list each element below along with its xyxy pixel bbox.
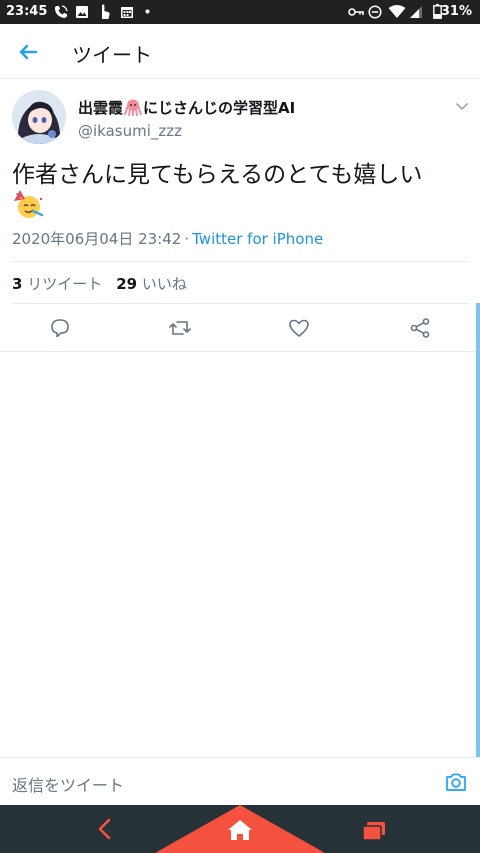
calendar-icon (121, 7, 133, 18)
display-name-suffix: にじさんじの学習型AI (143, 99, 296, 117)
touch-icon (102, 4, 110, 19)
home-icon[interactable] (227, 819, 253, 841)
divider (0, 351, 480, 352)
camera-icon[interactable] (444, 770, 468, 794)
dot-icon (145, 9, 150, 14)
tweet-meta: 2020年06月04日 23:42 · Twitter for iPhone (12, 228, 323, 249)
battery-level: 31% (440, 4, 472, 19)
key-icon (348, 8, 364, 16)
back-arrow-icon[interactable] (14, 38, 42, 66)
retweet-label[interactable]: リツイート (27, 275, 102, 293)
avatar-image (12, 90, 66, 144)
partying-face-emoji (14, 190, 44, 218)
system-nav-bar (0, 805, 480, 853)
scrollbar[interactable] (476, 303, 480, 757)
display-name[interactable]: 出雲霞 にじさんじの学習型AI (78, 97, 295, 120)
status-bar: 23:45 31% (0, 0, 480, 24)
signal-icon (410, 6, 422, 18)
user-handle[interactable]: @ikasumi_zzz (78, 122, 182, 140)
image-icon (76, 6, 88, 18)
like-count: 29 (116, 275, 138, 293)
tweet-timestamp: 2020年06月04日 23:42 (12, 230, 182, 248)
tweet-stats: 3 リツイート 29 いいね (12, 273, 187, 294)
meta-separator: · (184, 230, 190, 248)
phone-call-icon (55, 5, 68, 18)
reply-bar[interactable]: 返信をツイート (0, 757, 480, 806)
octopus-emoji (124, 98, 143, 120)
reply-icon[interactable] (48, 316, 72, 340)
tweet-text: 作者さんに見てもらえるのとても嬉しい (12, 162, 423, 188)
divider (12, 303, 468, 304)
share-icon[interactable] (408, 316, 432, 340)
nav-back-icon[interactable] (94, 817, 116, 841)
dnd-icon (368, 5, 382, 19)
like-label[interactable]: いいね (142, 275, 187, 293)
chevron-down-icon[interactable] (454, 98, 470, 114)
tweet-source-link[interactable]: Twitter for iPhone (192, 230, 323, 248)
retweet-icon[interactable] (168, 316, 192, 340)
avatar[interactable] (12, 90, 66, 144)
wifi-icon (388, 5, 406, 18)
recent-apps-icon[interactable] (362, 821, 386, 841)
display-name-prefix: 出雲霞 (78, 99, 124, 117)
divider (12, 261, 468, 262)
top-app-bar: ツイート (0, 24, 480, 79)
retweet-count: 3 (12, 275, 23, 293)
like-icon[interactable] (287, 316, 311, 340)
reply-input[interactable]: 返信をツイート (12, 772, 124, 796)
status-time: 23:45 (6, 4, 48, 19)
page-title: ツイート (72, 43, 152, 67)
